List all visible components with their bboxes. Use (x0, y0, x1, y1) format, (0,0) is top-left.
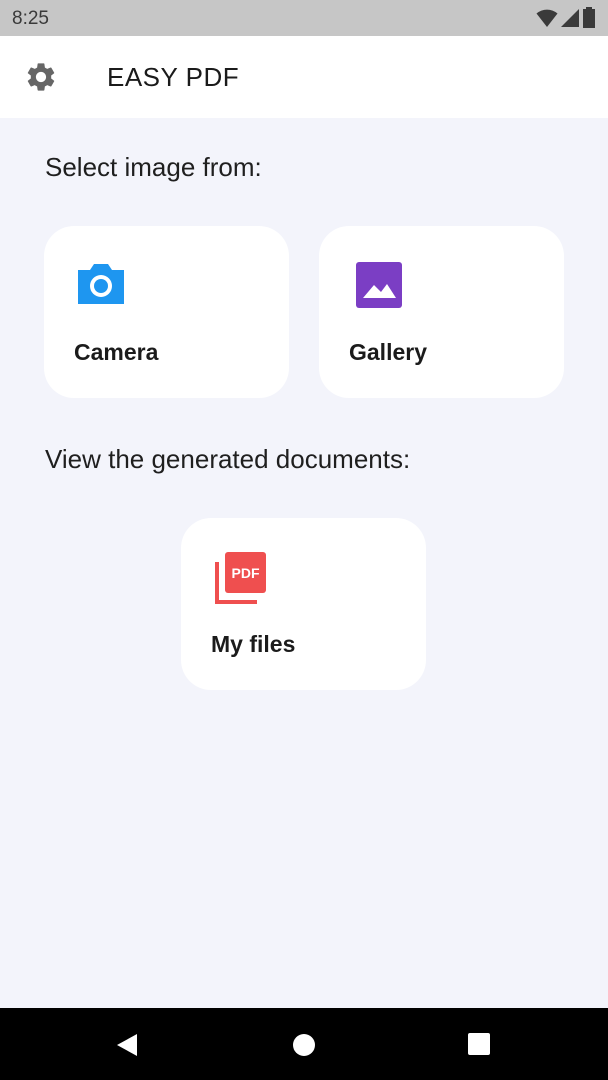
recents-button[interactable] (468, 1033, 490, 1060)
camera-icon (78, 264, 124, 304)
navigation-bar (0, 1008, 608, 1080)
back-button[interactable] (115, 1032, 139, 1063)
cell-signal-icon (561, 9, 579, 27)
status-icons (536, 7, 596, 29)
image-icon (356, 262, 402, 308)
settings-button[interactable] (24, 60, 58, 94)
recents-icon (468, 1033, 490, 1055)
app-title: EASY PDF (107, 62, 240, 92)
pdf-badge-text: PDF (232, 565, 260, 581)
home-button[interactable] (292, 1033, 316, 1062)
pdf-files-icon: PDF (215, 552, 266, 604)
select-image-label: Select image from: (45, 152, 262, 182)
back-icon (117, 1034, 137, 1056)
my-files-label: My files (211, 631, 296, 657)
main-content: Select image from: Camera Gallery View t… (0, 118, 608, 1008)
gallery-label: Gallery (349, 339, 427, 365)
camera-label: Camera (74, 339, 159, 365)
camera-card[interactable]: Camera (44, 226, 289, 398)
battery-icon (583, 7, 595, 28)
status-bar: 8:25 (0, 0, 608, 36)
view-documents-label: View the generated documents: (45, 444, 411, 474)
my-files-card[interactable]: PDF My files (181, 518, 426, 690)
gallery-card[interactable]: Gallery (319, 226, 564, 398)
gear-icon (27, 63, 55, 91)
home-icon (293, 1034, 315, 1056)
status-time: 8:25 (12, 8, 49, 29)
wifi-icon (536, 9, 558, 27)
app-bar: EASY PDF (0, 36, 608, 118)
